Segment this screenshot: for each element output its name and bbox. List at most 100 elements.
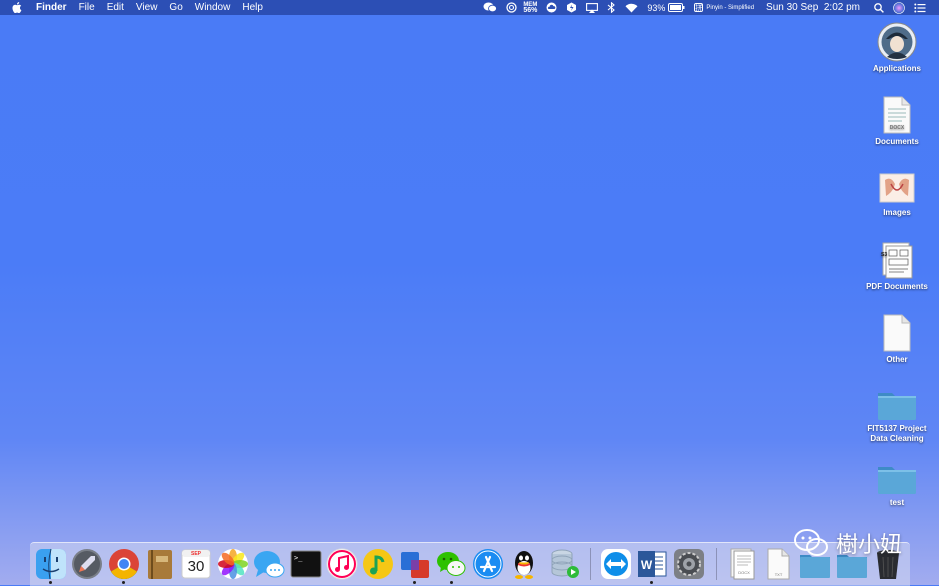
desktop-icon-label: test	[889, 498, 905, 507]
svg-text:W: W	[641, 558, 653, 572]
desktop-icon-test-folder[interactable]: test	[852, 462, 939, 508]
running-indicator	[650, 581, 653, 584]
desktop-icon-label: Images	[883, 208, 911, 217]
wechat-logo-icon	[794, 529, 828, 556]
bluetooth-icon[interactable]	[607, 2, 616, 13]
blank-file-icon	[883, 314, 911, 352]
wifi-icon[interactable]	[625, 3, 638, 13]
database-icon	[551, 549, 579, 578]
battery-percent: 93%	[647, 2, 666, 13]
desktop-icon-documents[interactable]: DOCX Documents	[852, 95, 939, 147]
dock-app-store[interactable]	[472, 548, 504, 580]
airplay-icon[interactable]	[586, 2, 599, 13]
dock-notebook[interactable]	[144, 548, 176, 580]
dock-finder[interactable]	[35, 548, 67, 580]
docx-badge: DOCX	[738, 570, 750, 575]
desktop-icon-label: Applications	[872, 64, 921, 73]
battery-icon	[668, 3, 685, 12]
dock-qq-music[interactable]	[362, 548, 394, 580]
image-thumbnail-icon	[879, 173, 915, 203]
dock-docx-stack[interactable]: DOCX	[726, 548, 758, 580]
desktop-icon-label: Documents	[875, 137, 919, 146]
app-store-icon	[473, 549, 503, 579]
finder-icon	[36, 548, 66, 580]
wechat-status-icon[interactable]	[483, 2, 498, 13]
svg-text:>_: >_	[294, 554, 303, 562]
itunes-icon	[326, 548, 358, 580]
watermark-text: 樹小妞	[836, 533, 903, 558]
running-indicator	[49, 581, 52, 584]
desktop-icon-applications[interactable]: Applications	[852, 22, 939, 74]
menu-file[interactable]: File	[79, 2, 95, 13]
input-method-menu[interactable]: 拼 Pinyin - Simplified	[694, 3, 754, 12]
sync-status-icon[interactable]	[506, 2, 517, 13]
dock-database[interactable]	[549, 548, 581, 580]
menu-help[interactable]: Help	[242, 2, 263, 13]
running-indicator	[122, 581, 125, 584]
menu-finder[interactable]: Finder	[36, 2, 67, 13]
dock-parallels[interactable]	[399, 548, 431, 580]
calendar-day: 30	[187, 558, 205, 575]
svg-text:S3: S3	[881, 252, 887, 258]
cloud-status-icon[interactable]	[546, 2, 557, 13]
dock-itunes[interactable]	[326, 548, 358, 580]
qq-icon	[515, 551, 533, 579]
menu-go[interactable]: Go	[169, 2, 182, 13]
status-area: MEM 56% 93% 拼 Pinyin - Simplified Sun 30…	[474, 0, 939, 15]
system-preferences-icon	[674, 549, 704, 579]
siri-icon[interactable]	[893, 1, 905, 14]
dock-calendar[interactable]: SEP 30	[180, 548, 212, 580]
dock-terminal[interactable]: >_	[290, 548, 322, 580]
dock-messages[interactable]	[253, 548, 285, 580]
folder-icon	[878, 393, 916, 420]
txt-badge: TXT	[774, 572, 783, 577]
dock-chrome[interactable]	[108, 548, 140, 580]
notification-center-icon[interactable]	[914, 3, 926, 13]
dock-photos[interactable]	[217, 548, 249, 580]
dock-separator	[590, 548, 591, 580]
menu-window[interactable]: Window	[195, 2, 231, 13]
teamviewer-icon	[601, 549, 631, 579]
dock-qq[interactable]	[508, 548, 540, 580]
running-indicator	[413, 581, 416, 584]
dock-teamviewer[interactable]	[600, 548, 632, 580]
parallels-icon	[401, 552, 429, 578]
dock-system-preferences[interactable]	[673, 548, 705, 580]
battery-indicator[interactable]: 93%	[647, 3, 685, 13]
chrome-icon	[109, 549, 139, 580]
running-indicator	[450, 581, 453, 584]
wechat-watermark: 樹小妞	[794, 526, 914, 560]
menu-view[interactable]: View	[136, 2, 158, 13]
desktop-icon-other[interactable]: Other	[852, 313, 939, 365]
desktop-icon-pdf-documents[interactable]: S3 PDF Documents	[852, 240, 939, 292]
photos-icon	[218, 549, 248, 579]
memory-value: 56%	[523, 6, 538, 14]
terminal-icon: >_	[290, 550, 322, 578]
memory-monitor[interactable]: MEM 56%	[523, 2, 537, 14]
docx-file-icon: DOCX	[883, 96, 911, 134]
word-icon: W	[638, 551, 667, 577]
desktop-icon-fit5137-folder[interactable]: FIT5137 Project Data Cleaning	[852, 388, 939, 444]
input-method-label: Pinyin - Simplified	[706, 4, 755, 11]
dock-launchpad[interactable]	[71, 548, 103, 580]
menu-edit[interactable]: Edit	[107, 2, 124, 13]
dock-word[interactable]: W	[636, 548, 668, 580]
dock-separator	[716, 548, 717, 580]
pinyin-icon: 拼	[694, 3, 704, 12]
calendar-month: SEP	[190, 551, 201, 557]
apple-icon[interactable]	[12, 2, 22, 13]
hex-status-icon[interactable]	[566, 2, 577, 13]
document-stack-icon	[730, 548, 755, 580]
qq-music-icon	[363, 549, 393, 579]
desktop-icon-label: PDF Documents	[866, 282, 928, 291]
desktop-icon-label: FIT5137 Project Data Cleaning	[867, 424, 927, 443]
svg-text:DOCX: DOCX	[890, 125, 905, 131]
menu-bar: Finder File Edit View Go Window Help MEM…	[0, 0, 939, 15]
spotlight-icon[interactable]	[874, 2, 884, 13]
messages-icon	[254, 551, 285, 578]
dock-wechat[interactable]	[435, 548, 467, 580]
wechat-icon	[437, 552, 466, 576]
clock[interactable]: Sun 30 Sep 2:02 pm	[766, 2, 860, 13]
desktop-icon-images[interactable]: Images	[852, 170, 939, 218]
dock-txt-file[interactable]: TXT	[762, 548, 794, 580]
